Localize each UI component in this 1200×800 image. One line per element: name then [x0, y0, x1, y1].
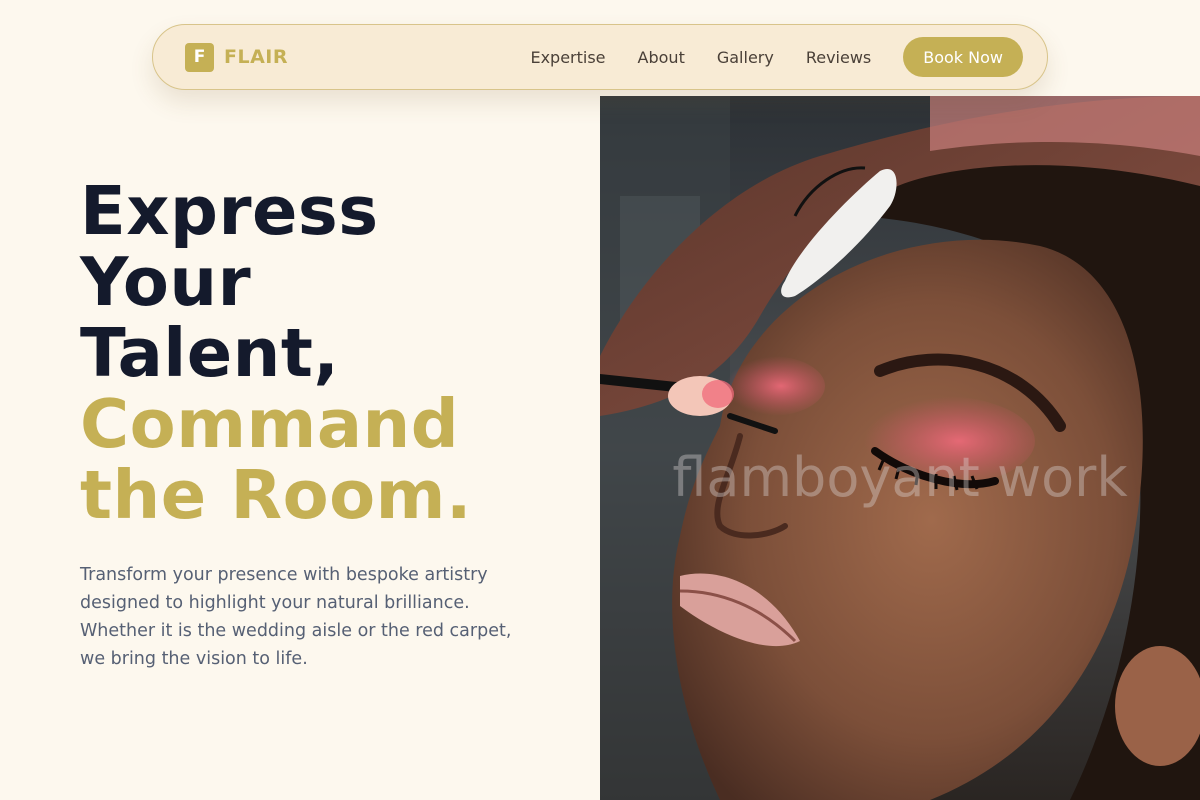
headline-gold-line-2: the Room. — [80, 456, 472, 534]
book-now-button[interactable]: Book Now — [903, 37, 1023, 77]
top-navigation: F FLAIR Expertise About Gallery Reviews … — [152, 24, 1048, 90]
landing-page: F FLAIR Expertise About Gallery Reviews … — [0, 0, 1200, 800]
headline-line-3: Talent, — [80, 314, 340, 392]
hero-headline: Express Your Talent, Command the Room. — [80, 176, 560, 531]
nav-links: Expertise About Gallery Reviews Book Now — [530, 37, 1023, 77]
nav-link-gallery[interactable]: Gallery — [717, 48, 774, 67]
brand-name: FLAIR — [224, 46, 288, 68]
headline-line-1: Express — [80, 172, 379, 250]
nav-link-reviews[interactable]: Reviews — [806, 48, 871, 67]
headline-line-2: Your — [80, 243, 252, 321]
hero-text-section: Express Your Talent, Command the Room. T… — [80, 176, 560, 673]
image-watermark: flamboyant work — [672, 446, 1128, 509]
hero-description: Transform your presence with bespoke art… — [80, 565, 512, 669]
headline-gold-line-1: Command — [80, 385, 460, 463]
nav-link-expertise[interactable]: Expertise — [530, 48, 605, 67]
logo-icon: F — [185, 42, 214, 72]
nav-link-about[interactable]: About — [638, 48, 685, 67]
brand-logo-link[interactable]: F FLAIR — [185, 42, 288, 72]
hero-makeup-photo: flamboyant work — [600, 96, 1200, 800]
